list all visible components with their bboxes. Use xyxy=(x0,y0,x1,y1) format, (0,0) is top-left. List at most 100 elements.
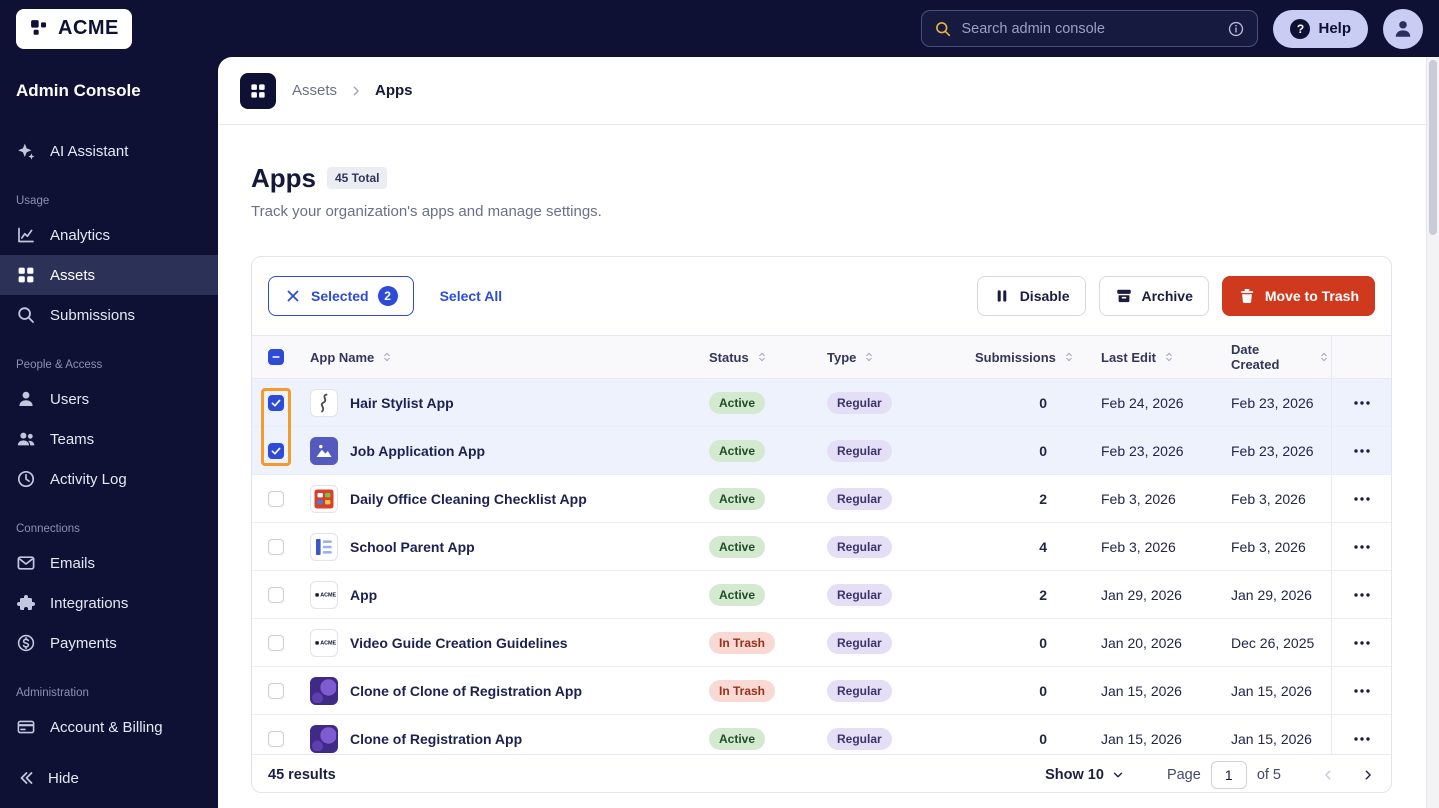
svg-text:ACME: ACME xyxy=(320,640,336,646)
sidebar-item-account-billing[interactable]: Account & Billing xyxy=(0,707,218,747)
purple-app-icon xyxy=(310,676,338,705)
select-all-checkbox[interactable] xyxy=(268,349,284,365)
app-name[interactable]: Daily Office Cleaning Checklist App xyxy=(350,491,587,507)
sidebar-item-label: Submissions xyxy=(50,306,136,324)
main-panel: Assets Apps Apps 45 Total Track your org… xyxy=(218,57,1439,808)
prev-page-button[interactable] xyxy=(1321,768,1335,782)
row-checkbox[interactable] xyxy=(268,730,284,747)
row-checkbox[interactable] xyxy=(268,490,284,507)
column-header-date-created[interactable]: Date Created xyxy=(1209,342,1331,372)
row-checkbox[interactable] xyxy=(268,394,284,411)
app-name[interactable]: Clone of Registration App xyxy=(350,731,522,747)
app-name[interactable]: Job Application App xyxy=(350,443,485,459)
status-badge: Active xyxy=(709,535,766,558)
table-row: Daily Office Cleaning Checklist App Activ… xyxy=(252,475,1391,523)
column-header-last-edit[interactable]: Last Edit xyxy=(1077,350,1209,365)
table-row: ACME Video Guide Creation Guidelines In Tr… xyxy=(252,619,1391,667)
sidebar-item-activity-log[interactable]: Activity Log xyxy=(0,459,218,499)
sparkle-icon xyxy=(16,141,36,161)
question-icon: ? xyxy=(1290,18,1311,39)
topbar: ACME ? Help xyxy=(0,0,1439,57)
next-page-button[interactable] xyxy=(1361,768,1375,782)
acme-logo[interactable]: ACME xyxy=(16,8,132,49)
page-of-label: of 5 xyxy=(1256,766,1281,783)
sidebar-item-submissions[interactable]: Submissions xyxy=(0,295,218,335)
sidebar-title: Admin Console xyxy=(16,81,141,100)
row-checkbox[interactable] xyxy=(268,442,284,459)
help-button[interactable]: ? Help xyxy=(1273,9,1368,48)
sidebar-item-teams[interactable]: Teams xyxy=(0,419,218,459)
column-header-type[interactable]: Type xyxy=(817,350,965,365)
sidebar-item-label: Activity Log xyxy=(50,470,127,488)
puzzle-icon xyxy=(16,593,36,613)
last-edit-date: Jan 20, 2026 xyxy=(1101,634,1182,651)
sidebar-item-analytics[interactable]: Analytics xyxy=(0,215,218,255)
row-actions-button[interactable] xyxy=(1352,681,1372,701)
pagination: Show 10 Page of 5 xyxy=(1045,760,1375,789)
page-subtitle: Track your organization's apps and manag… xyxy=(251,203,602,220)
hide-label: Hide xyxy=(48,769,79,787)
row-checkbox[interactable] xyxy=(268,538,284,555)
row-checkbox[interactable] xyxy=(268,586,284,603)
move-to-trash-button[interactable]: Move to Trash xyxy=(1221,276,1375,316)
page-number-input[interactable] xyxy=(1210,760,1247,789)
page-size-select[interactable]: Show 10 xyxy=(1045,767,1125,783)
app-name[interactable]: Clone of Clone of Registration App xyxy=(350,683,582,699)
app-name[interactable]: School Parent App xyxy=(350,539,475,555)
column-header-app-name[interactable]: App Name xyxy=(300,350,699,365)
chevron-down-icon xyxy=(1111,768,1125,782)
status-badge: Active xyxy=(709,439,766,462)
row-actions-button[interactable] xyxy=(1352,537,1372,557)
search-input[interactable] xyxy=(961,20,1219,37)
sort-icon xyxy=(1062,350,1076,364)
shell: Admin Console AI Assistant Usage Analytic… xyxy=(0,57,1439,808)
type-badge: Regular xyxy=(827,631,892,654)
user-avatar[interactable] xyxy=(1383,8,1423,49)
total-count-badge: 45 Total xyxy=(327,167,388,189)
app-name[interactable]: Video Guide Creation Guidelines xyxy=(350,635,568,651)
select-all-link[interactable]: Select All xyxy=(440,288,503,304)
sidebar-item-users[interactable]: Users xyxy=(0,379,218,419)
sidebar-item-assets[interactable]: Assets xyxy=(0,255,218,295)
scrollbar-thumb[interactable] xyxy=(1429,60,1437,235)
row-actions-button[interactable] xyxy=(1352,729,1372,749)
status-badge: Active xyxy=(709,583,766,606)
app-name[interactable]: Hair Stylist App xyxy=(350,395,454,411)
sort-icon xyxy=(380,350,394,364)
selected-label: Selected xyxy=(311,288,369,304)
submissions-count: 0 xyxy=(1039,682,1047,699)
archive-button[interactable]: Archive xyxy=(1098,276,1209,316)
row-checkbox[interactable] xyxy=(268,634,284,651)
sidebar-item-payments[interactable]: Payments xyxy=(0,623,218,663)
last-edit-date: Jan 29, 2026 xyxy=(1101,586,1182,603)
row-checkbox[interactable] xyxy=(268,682,284,699)
last-edit-date: Jan 15, 2026 xyxy=(1101,730,1182,747)
column-header-status[interactable]: Status xyxy=(699,350,817,365)
sidebar-hide-button[interactable]: Hide xyxy=(0,758,218,798)
header-actions-cell xyxy=(1331,336,1391,378)
date-created: Feb 23, 2026 xyxy=(1231,442,1314,459)
table-row: Clone of Clone of Registration App In Tra… xyxy=(252,667,1391,715)
row-actions-button[interactable] xyxy=(1352,633,1372,653)
info-icon[interactable] xyxy=(1227,20,1245,38)
row-actions-button[interactable] xyxy=(1352,441,1372,461)
sidebar-item-ai-assistant[interactable]: AI Assistant xyxy=(0,131,218,171)
row-actions-button[interactable] xyxy=(1352,393,1372,413)
app-name[interactable]: App xyxy=(350,587,377,603)
sidebar-item-integrations[interactable]: Integrations xyxy=(0,583,218,623)
breadcrumb-assets-link[interactable]: Assets xyxy=(292,82,337,99)
selected-filter-button[interactable]: Selected 2 xyxy=(268,276,414,316)
row-actions-button[interactable] xyxy=(1352,489,1372,509)
disable-button[interactable]: Disable xyxy=(976,276,1086,316)
row-check-cell xyxy=(252,682,300,699)
row-actions-button[interactable] xyxy=(1352,585,1372,605)
app-name-cell: ACME Video Guide Creation Guidelines xyxy=(300,628,699,657)
sidebar-item-emails[interactable]: Emails xyxy=(0,543,218,583)
column-header-submissions[interactable]: Submissions xyxy=(965,350,1077,365)
disable-label: Disable xyxy=(1019,288,1070,304)
brand-name: ACME xyxy=(58,17,119,39)
table-footer: 45 results Show 10 Page of 5 xyxy=(252,754,1391,792)
sidebar-item-label: Integrations xyxy=(50,594,129,612)
acme-app-icon: ACME xyxy=(310,580,338,609)
dollar-icon xyxy=(16,633,36,653)
